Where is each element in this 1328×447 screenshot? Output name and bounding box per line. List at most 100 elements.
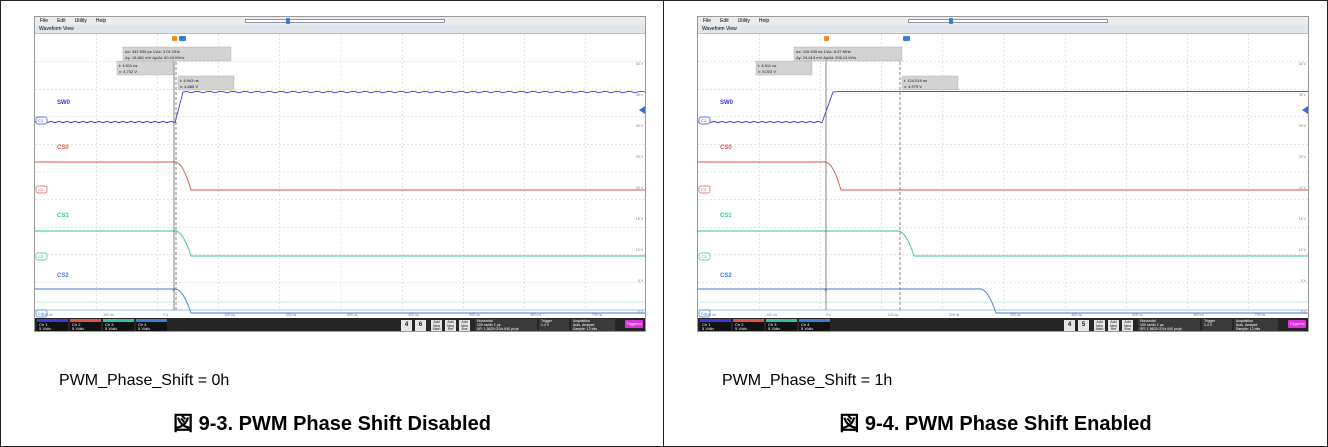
time-tick-label: 100 ns bbox=[225, 313, 236, 317]
position-arrow-icon bbox=[1302, 106, 1308, 114]
scale-label: 0 V bbox=[1301, 310, 1307, 314]
oscilloscope-screenshot: File Edit Utility Help Waveform View × Δx: 331… bbox=[34, 16, 646, 332]
caption: PWM_Phase_Shift = 0h bbox=[59, 372, 230, 389]
menu-file[interactable]: File bbox=[40, 18, 48, 24]
add-new-button[interactable]: Add New Bus bbox=[1122, 320, 1133, 331]
navigator-handle[interactable] bbox=[286, 18, 290, 24]
scale-label: 10 V bbox=[636, 248, 644, 252]
channel-marker-label: C1 bbox=[701, 118, 707, 123]
navigator-handle[interactable] bbox=[949, 18, 953, 24]
waveform-view-title: Waveform View bbox=[698, 25, 1308, 34]
trace-label-sw0: SW0 bbox=[720, 100, 734, 106]
scale-label: 40 V bbox=[1299, 62, 1307, 66]
triggered-status-badge: Triggered bbox=[625, 320, 643, 328]
channel-1-badge[interactable]: Ch 15 V/div1MΩ20 MHz bbox=[37, 319, 68, 331]
horizontal-navigator[interactable] bbox=[908, 18, 1108, 24]
trace-label-cs2: CS2 bbox=[720, 273, 732, 279]
time-tick-label: 0 s bbox=[826, 313, 831, 317]
horizontal-settings[interactable]: Horizontal 100 ns/div 1 µs SR: 1.5625 GS/s… bbox=[475, 319, 537, 332]
add-new-button[interactable]: Add New Ref bbox=[1108, 320, 1119, 331]
scale-label: 15 V bbox=[1299, 217, 1307, 221]
cursor-b-readout-line: v: 4.685 V bbox=[180, 84, 198, 89]
delta-readout-line: Δy: 16.661 mV Δy/Δt: 50.19 MV/s bbox=[125, 55, 184, 60]
time-tick-label: -200 ns bbox=[704, 313, 716, 317]
time-tick-label: -200 ns bbox=[41, 313, 53, 317]
time-tick-label: 300 ns bbox=[1010, 313, 1021, 317]
channel-impedance: 1MΩ bbox=[801, 331, 810, 332]
menu-bar: File Edit Utility Help bbox=[698, 17, 1308, 25]
cursor-cross-icon: × bbox=[172, 288, 176, 294]
add-new-button[interactable]: Add New Bus bbox=[459, 320, 470, 331]
figure-panel-left: File Edit Utility Help Waveform View × Δx: 331… bbox=[0, 0, 664, 447]
figure-panel-right: File Edit Utility Help Waveform View × Δx: 119… bbox=[664, 0, 1328, 447]
delta-readout-line: Δx: 331.930 ps 1/Δx: 3.01 GHz bbox=[125, 49, 180, 54]
horizontal-settings[interactable]: Horizontal 100 ns/div 1 µs SR: 1.5625 GS/s… bbox=[1138, 319, 1200, 332]
trigger-settings[interactable]: Trigger 1.4 V bbox=[1202, 319, 1232, 331]
oscilloscope-screenshot: File Edit Utility Help Waveform View × Δx: 119… bbox=[697, 16, 1309, 332]
cursor-a-readout-line: t: 4.611 ns bbox=[119, 63, 137, 68]
add-new-button[interactable]: Add New Ref bbox=[445, 320, 456, 331]
horizontal-navigator[interactable] bbox=[245, 18, 445, 24]
trace-label-cs1: CS1 bbox=[57, 213, 69, 219]
scale-label: 10 V bbox=[1299, 248, 1307, 252]
menu-help[interactable]: Help bbox=[759, 18, 769, 24]
time-tick-label: 500 ns bbox=[1132, 313, 1143, 317]
channel-6-button[interactable]: 6 bbox=[415, 320, 426, 331]
channel-impedance: 1MΩ bbox=[735, 331, 744, 332]
time-tick-label: 100 ns bbox=[888, 313, 899, 317]
menu-utility[interactable]: Utility bbox=[738, 18, 750, 24]
channel-marker-label: C3 bbox=[701, 254, 707, 259]
acquisition-settings[interactable]: AcquisitionAuto, AnalyzeSample: 12 bits2… bbox=[1234, 319, 1278, 331]
add-new-button[interactable]: Add New Math bbox=[431, 320, 442, 331]
trace-label-sw0: SW0 bbox=[57, 100, 71, 106]
channel-4-button[interactable]: 4 bbox=[401, 320, 412, 331]
cursor-b-readout-line: t: 124.016 ns bbox=[904, 78, 927, 83]
cursor-marker-icon bbox=[172, 36, 177, 41]
menu-edit[interactable]: Edit bbox=[57, 18, 66, 24]
time-tick-label: 0 s bbox=[163, 313, 168, 317]
add-new-button[interactable]: Add New Math bbox=[1094, 320, 1105, 331]
acquisition-line: 637 Acqs bbox=[573, 331, 613, 332]
trigger-line: 1.4 V bbox=[1204, 323, 1213, 327]
cursor-marker-icon bbox=[824, 36, 829, 41]
time-tick-label: 600 ns bbox=[531, 313, 542, 317]
waveform-plot: × Δx: 119.405 ns 1/Δx: 8.37 MHz Δy: 24.613… bbox=[698, 34, 1308, 318]
scale-label: 30 V bbox=[1299, 124, 1307, 128]
time-tick-label: 700 ns bbox=[592, 313, 603, 317]
cs0-trace bbox=[698, 161, 1308, 191]
time-tick-label: 400 ns bbox=[1071, 313, 1082, 317]
horizontal-line: RL: 1.563 kpts 21.7% bbox=[1140, 331, 1198, 332]
scale-label: 25 V bbox=[1299, 155, 1307, 159]
time-tick-label: 600 ns bbox=[1194, 313, 1205, 317]
scale-label: 20 V bbox=[1299, 186, 1307, 190]
menu-file[interactable]: File bbox=[703, 18, 711, 24]
channel-2-badge[interactable]: Ch 25 V/div1MΩ20 MHz bbox=[733, 319, 764, 332]
trigger-line: 1.4 V bbox=[541, 323, 550, 327]
cursor-a-readout-line: t: 4.611 ns bbox=[758, 63, 776, 68]
cursor-a-readout-line: v: 5.003 V bbox=[758, 69, 776, 74]
trace-label-cs0: CS0 bbox=[720, 145, 732, 151]
channel-4-badge[interactable]: Ch 45 V/div1MΩ20 MHz bbox=[799, 319, 830, 332]
channel-1-badge[interactable]: Ch 15 V/div1MΩ20 MHz bbox=[700, 319, 731, 331]
horizontal-line: RL: 1.563 kpts 21.7% bbox=[477, 331, 535, 332]
scale-label: 15 V bbox=[636, 217, 644, 221]
menu-help[interactable]: Help bbox=[96, 18, 106, 24]
menu-edit[interactable]: Edit bbox=[720, 18, 729, 24]
channel-3-badge[interactable]: Ch 35 V/div1MΩ20 MHz bbox=[103, 319, 134, 331]
channel-4-button[interactable]: 4 bbox=[1064, 320, 1075, 331]
channel-4-badge[interactable]: Ch 45 V/div1MΩ20 MHz bbox=[136, 319, 167, 331]
time-tick-label: 400 ns bbox=[408, 313, 419, 317]
channel-2-badge[interactable]: Ch 25 V/div1MΩ20 MHz bbox=[70, 319, 101, 331]
trigger-settings[interactable]: Trigger 1.4 V bbox=[539, 319, 569, 331]
sw0-trace bbox=[698, 91, 1308, 124]
scale-label: 5 V bbox=[638, 279, 644, 283]
cursor-b-readout-line: t: 4.943 ns bbox=[180, 78, 199, 83]
cs1-trace bbox=[35, 230, 645, 257]
channel-5-button[interactable]: 5 bbox=[1078, 320, 1089, 331]
acquisition-settings[interactable]: AcquisitionAuto, AnalyzeSample: 12 bits6… bbox=[571, 319, 615, 332]
channel-3-badge[interactable]: Ch 35 V/div1MΩ20 MHz bbox=[766, 319, 797, 331]
scale-label: 20 V bbox=[636, 186, 644, 190]
scale-label: 35 V bbox=[1299, 93, 1307, 97]
menu-utility[interactable]: Utility bbox=[75, 18, 87, 24]
trace-label-cs0: CS0 bbox=[57, 145, 69, 151]
